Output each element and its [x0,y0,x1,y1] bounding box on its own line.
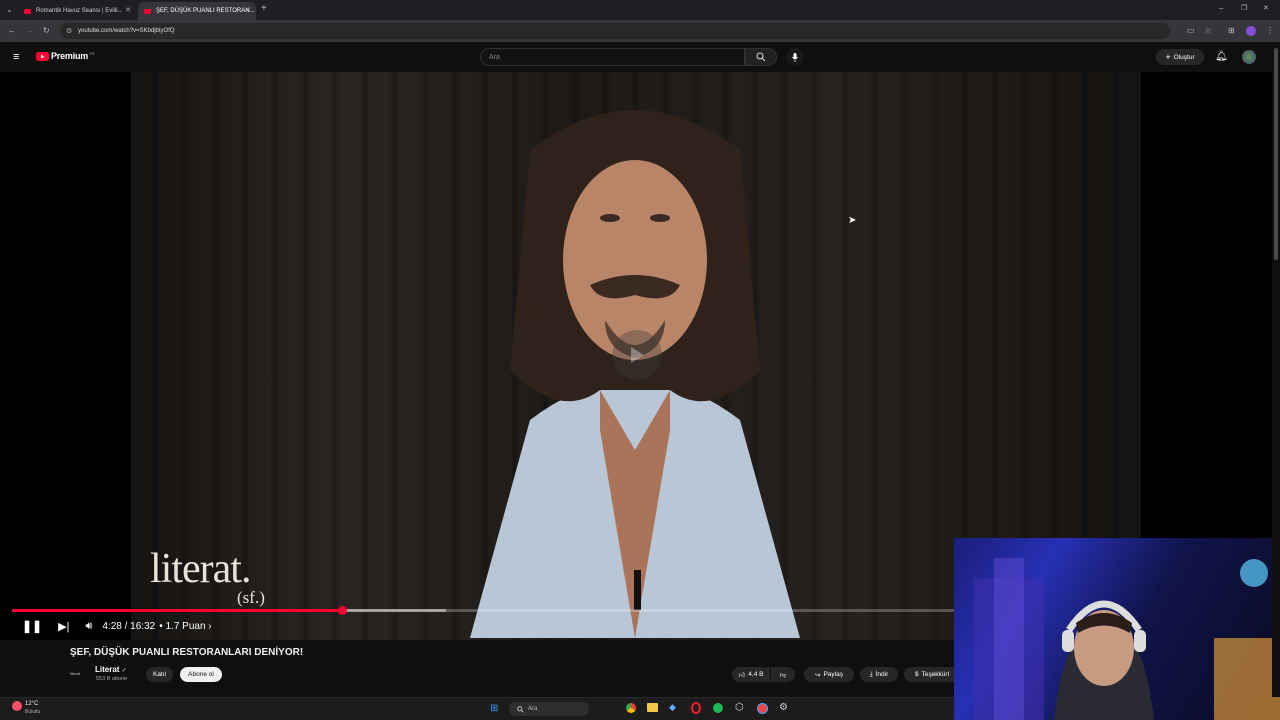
chapter-label[interactable]: • 1.7 Puan › [159,621,211,632]
hamburger-menu-icon[interactable]: ≡ [13,51,19,63]
player-controls: ❚❚ ▶| 🔊︎ 4:28 / 16:32 • 1.7 Puan › [0,615,956,637]
weather-icon[interactable] [12,701,22,711]
tab-title: ŞEF, DÜŞÜK PUANLI RESTORAN... [156,8,255,14]
tab-search-icon[interactable]: ⌄ [6,6,13,14]
youtube-favicon-icon [24,8,31,14]
search-icon [756,52,766,62]
thanks-button[interactable]: $ Teşekkürl [904,667,960,682]
buffered-bar [342,609,447,612]
webcam-scene [974,558,1280,720]
channel-avatar-text: literat [70,670,80,676]
scrollbar-thumb[interactable] [1274,48,1278,260]
subscribe-button[interactable]: Abone ol [180,667,222,682]
channel-name[interactable]: Literat ✓ [95,665,127,674]
streamer-webcam-overlay [954,538,1280,720]
github-icon[interactable]: ⬡ [735,702,744,713]
close-window-icon[interactable]: ✕ [1263,5,1269,13]
like-button[interactable]: 👍︎ 4,4 B [732,667,770,682]
windows-start-icon[interactable]: ⊞ [490,703,498,714]
search-input[interactable]: Ara [480,48,745,66]
super-thanks-icon: $ [914,671,919,678]
join-button[interactable]: Katıl [146,667,173,682]
spotify-icon[interactable] [713,703,723,713]
thumbs-up-icon: 👍︎ [738,671,746,679]
youtube-logo[interactable]: Premium TR [36,51,94,61]
taskbar-search-label: Ara [528,706,538,712]
site-info-icon[interactable]: ⚙ [66,27,72,35]
url-text: youtube.com/watch?v=SKbdjbtyOfQ [78,28,175,34]
like-count: 4,4 B [748,671,764,678]
windows-taskbar: 12°C Bulutlu ⊞ ◆ ⬡ ⚙ [0,697,954,720]
extensions-icon[interactable]: ⊞ [1228,27,1235,35]
close-tab-icon[interactable]: ✕ [245,6,251,14]
premium-logo-text: Premium [51,51,89,61]
browser-tab-bar: ⌄ Romantik Havuz Seansı | Evlili... ✕ ŞE… [0,0,1280,20]
tab-title: Romantik Havuz Seansı | Evlili... [36,8,123,14]
verified-badge-icon: ✓ [121,668,127,674]
channel-watermark-sub: (sf.) [237,588,265,607]
thanks-label: Teşekkürl [921,671,950,678]
dislike-button[interactable]: 👎︎ [771,667,795,682]
profile-avatar[interactable] [1246,26,1256,36]
voice-search-button[interactable] [786,48,804,66]
taskbar-search[interactable]: Ara [509,702,589,716]
center-play-icon[interactable] [612,330,662,380]
progress-bar[interactable] [12,606,956,615]
plus-icon: + [1165,52,1171,62]
channel-name-text: Literat [95,665,120,674]
account-avatar[interactable] [1242,50,1256,64]
bookmark-star-icon[interactable]: ☆ [1204,27,1211,35]
microphone-icon [792,52,798,62]
weather-temp: 12°C [25,701,39,707]
tab-romantik-havuz[interactable]: Romantik Havuz Seansı | Evlili... ✕ [18,2,136,20]
thumbs-down-icon: 👎︎ [779,671,787,679]
create-label: Oluştur [1173,53,1195,61]
file-explorer-icon[interactable] [647,703,658,712]
played-bar [12,609,343,612]
opera-icon[interactable] [691,702,701,714]
search-button[interactable] [745,48,777,66]
tab-sef-restoran[interactable]: ŞEF, DÜŞÜK PUANLI RESTORAN... ✕ [138,2,256,20]
create-button[interactable]: + Oluştur [1156,49,1204,65]
download-icon: ⤓ [869,670,873,678]
pause-icon[interactable]: ❚❚ [22,619,42,633]
time-display: 4:28 / 16:32 [102,620,156,632]
channel-watermark: literat. [150,546,251,592]
maximize-icon[interactable]: ❐ [1241,5,1247,13]
weather-desc: Bulutlu [25,709,41,715]
cast-icon[interactable]: ▭ [1187,27,1195,35]
mouse-cursor-icon: ➤ [848,215,857,226]
forward-icon[interactable]: → [26,27,34,35]
back-icon[interactable]: ← [8,27,16,35]
settings-gear-icon[interactable]: ⚙ [779,702,788,713]
video-title: ŞEF, DÜŞÜK PUANLI RESTORANLARI DENİYOR! [70,647,304,658]
share-label: Paylaş [823,671,843,678]
reload-icon[interactable]: ↻ [43,27,50,35]
search-placeholder: Ara [489,53,500,61]
obs-icon[interactable] [757,703,768,714]
new-tab-icon[interactable]: + [261,4,267,14]
youtube-play-logo-icon [36,51,49,61]
steam-icon[interactable]: ◆ [669,702,676,713]
url-field[interactable]: ⚙ youtube.com/watch?v=SKbdjbtyOfQ [60,23,1170,39]
chrome-icon[interactable] [626,703,636,713]
share-button[interactable]: ↪ Paylaş [804,667,854,682]
download-button[interactable]: ⤓ İndir [860,667,898,682]
subscriber-count: 553 B abone [96,676,128,682]
channel-avatar[interactable]: literat [70,666,88,680]
next-video-icon[interactable]: ▶| [58,620,69,633]
menu-dots-icon[interactable]: ⋮ [1266,27,1274,35]
notifications-bell-icon[interactable]: 🔔︎ [1215,51,1228,62]
taskbar-search-icon [517,705,524,713]
download-label: İndir [875,671,889,678]
share-arrow-icon: ↪ [815,671,821,679]
volume-icon[interactable]: 🔊︎ [85,620,92,633]
close-tab-icon[interactable]: ✕ [125,6,131,14]
minimize-icon[interactable]: – [1219,5,1223,13]
youtube-favicon-icon [144,8,151,14]
region-code: TR [89,51,95,56]
